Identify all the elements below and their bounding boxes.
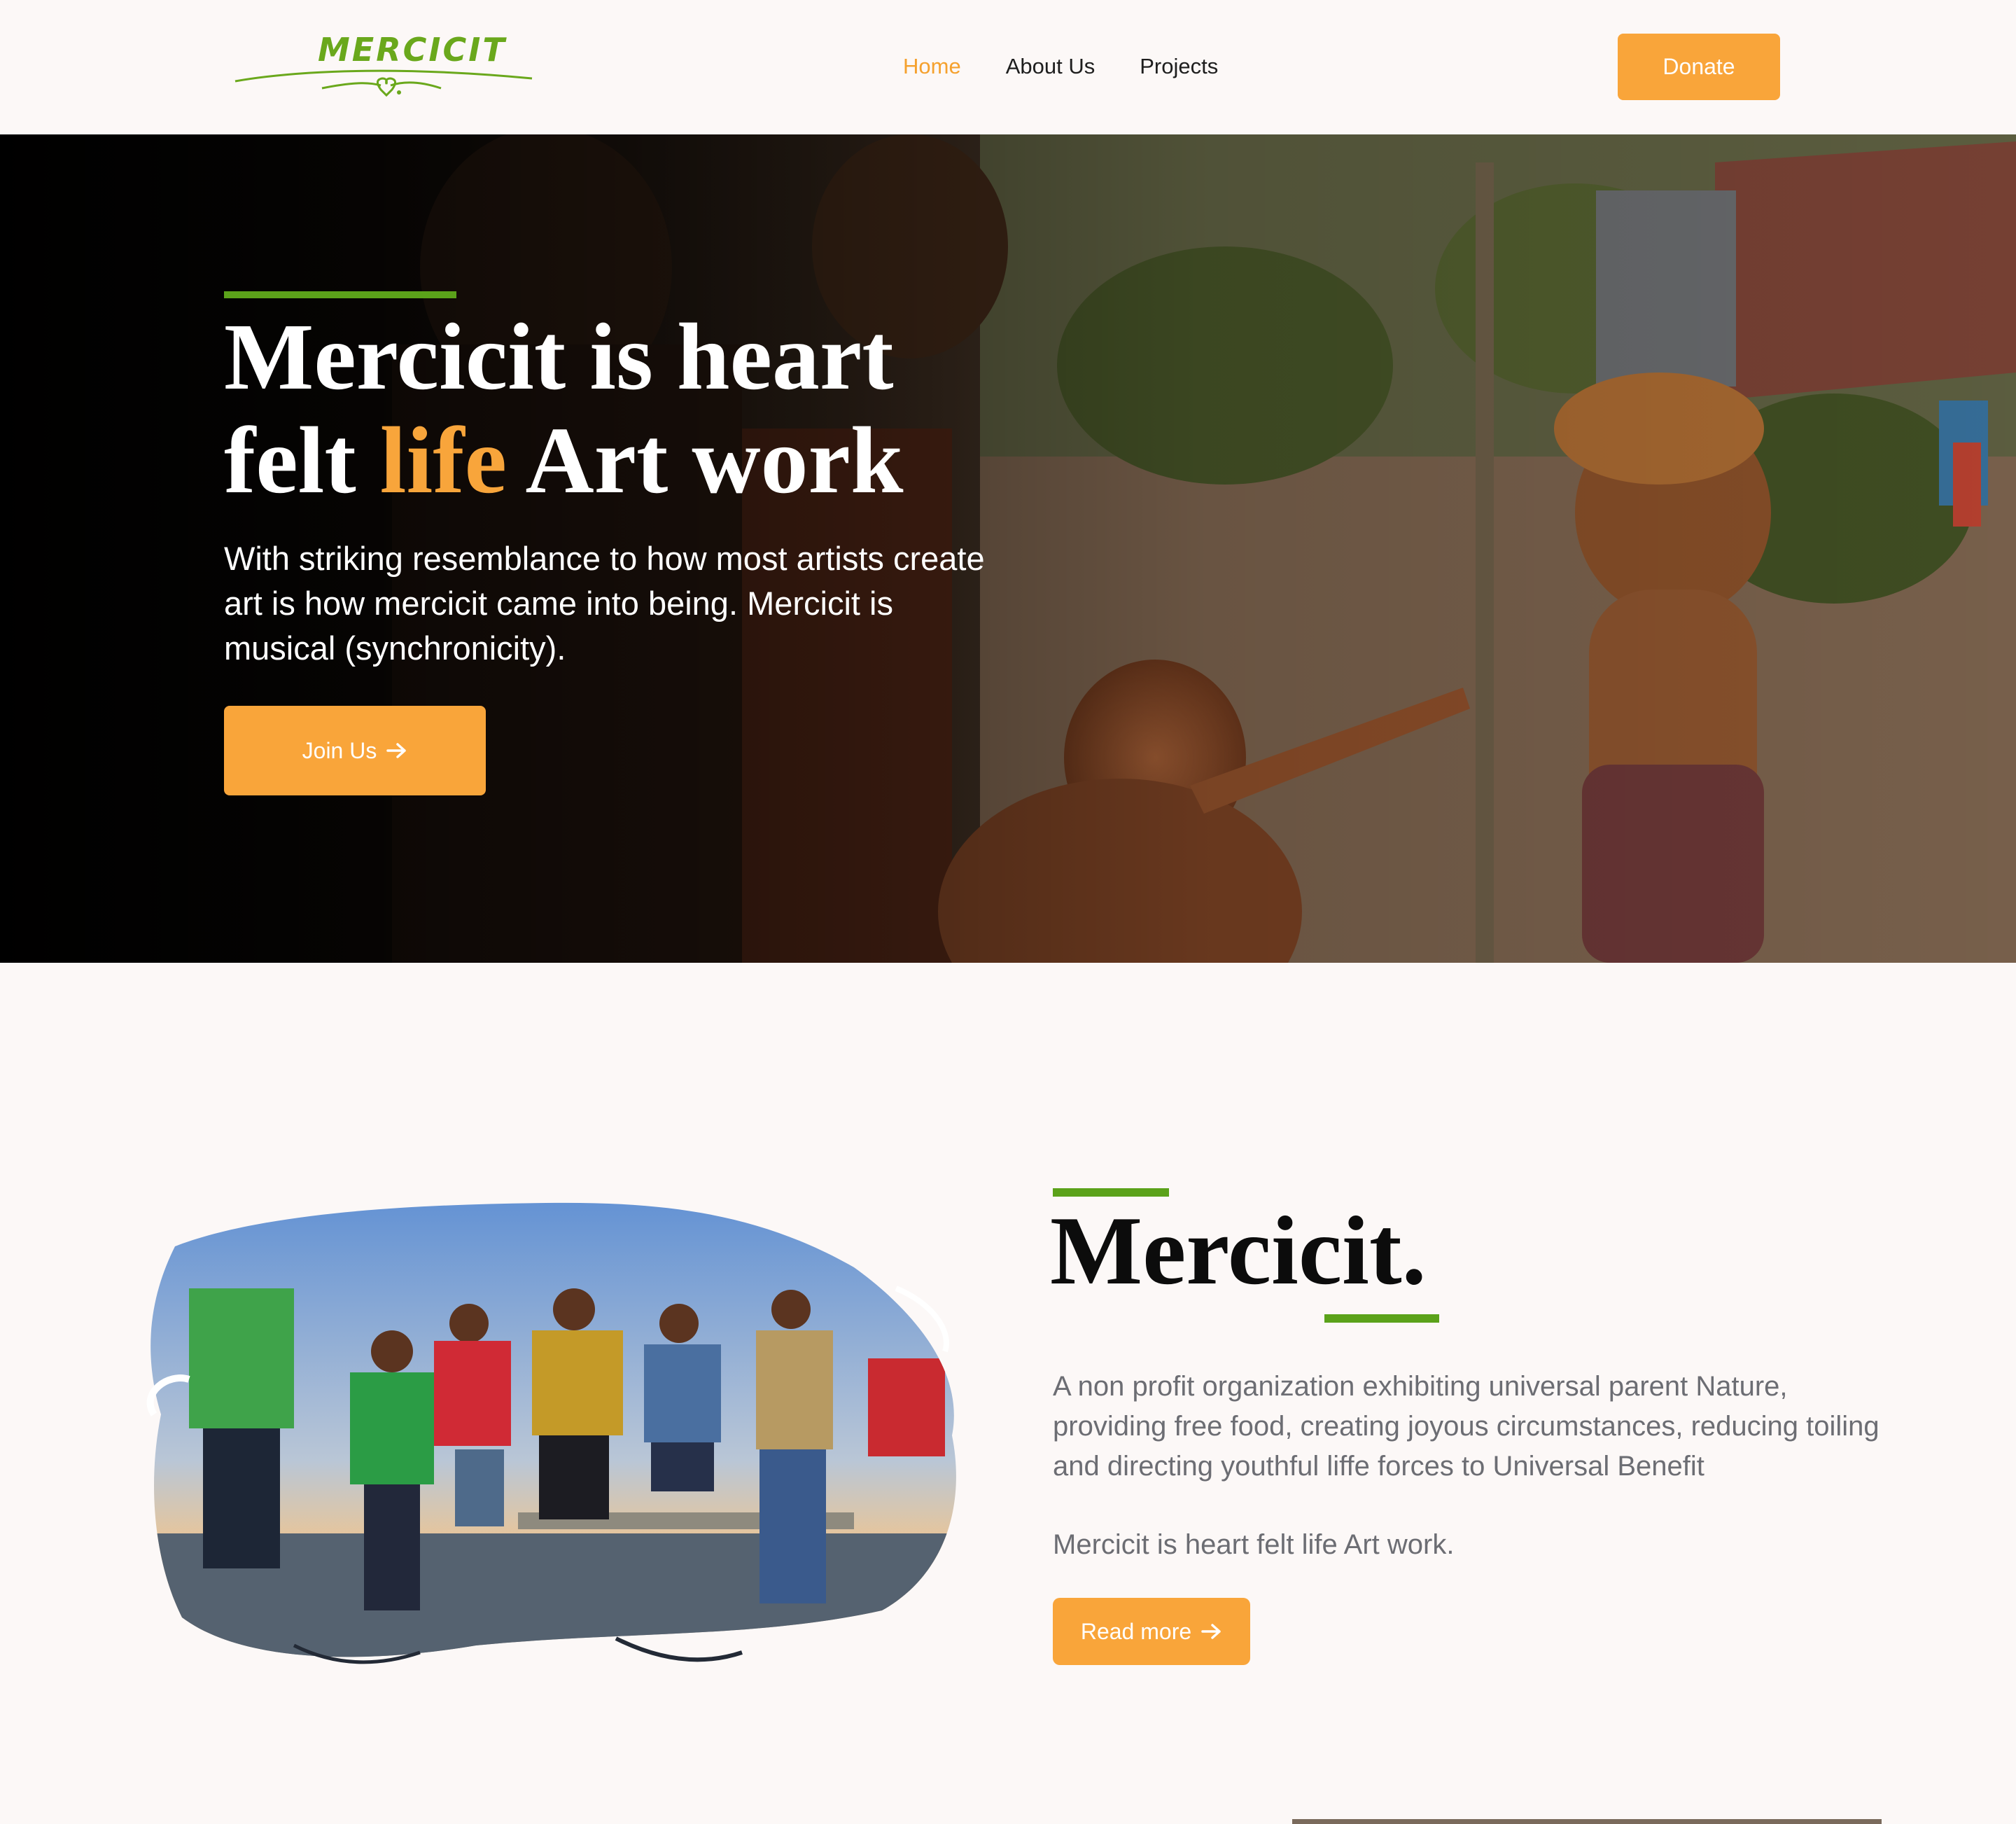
- about-brush-photo: [146, 1202, 956, 1664]
- nav-link-home[interactable]: Home: [903, 49, 961, 84]
- hero-section: Mercicit is heart felt life Art work Wit…: [0, 134, 2016, 963]
- hero-title-line-2-post: Art work: [506, 408, 904, 513]
- logo-text: MERCICIT: [318, 31, 507, 69]
- read-more-button[interactable]: Read more: [1053, 1598, 1250, 1665]
- hero-title: Mercicit is heart felt life Art work: [224, 305, 1064, 513]
- nav-link-about-us[interactable]: About Us: [1006, 49, 1096, 84]
- logo[interactable]: MERCICIT: [231, 25, 539, 104]
- hero-accent-bar: [224, 291, 456, 298]
- nav-link-projects[interactable]: Projects: [1140, 49, 1218, 84]
- about-accent-bar-top: [1053, 1188, 1169, 1197]
- about-description: A non profit organization exhibiting uni…: [1053, 1371, 1879, 1482]
- hero-description: With striking resemblance to how most ar…: [224, 540, 985, 667]
- join-us-button[interactable]: Join Us: [224, 706, 486, 795]
- arrow-right-icon: [1201, 1624, 1221, 1639]
- hero-title-highlight: life: [379, 408, 507, 513]
- arrow-right-icon: [386, 743, 407, 758]
- donate-button[interactable]: Donate: [1618, 34, 1780, 100]
- next-section-image-edge: [1292, 1819, 1882, 1824]
- about-title: Mercicit.: [1050, 1197, 1427, 1305]
- about-accent-bar-bottom: [1324, 1314, 1439, 1323]
- join-us-label: Join Us: [302, 737, 377, 763]
- about-tagline: Mercicit is heart felt life Art work.: [1053, 1529, 1455, 1560]
- read-more-label: Read more: [1080, 1618, 1192, 1644]
- site-header: MERCICIT Home About Us Projects Donate: [0, 0, 2016, 134]
- main-nav: Home About Us Projects: [903, 49, 1218, 84]
- hero-title-line-2-pre: felt: [224, 408, 380, 513]
- hero-title-line-1: Mercicit is heart: [224, 305, 894, 410]
